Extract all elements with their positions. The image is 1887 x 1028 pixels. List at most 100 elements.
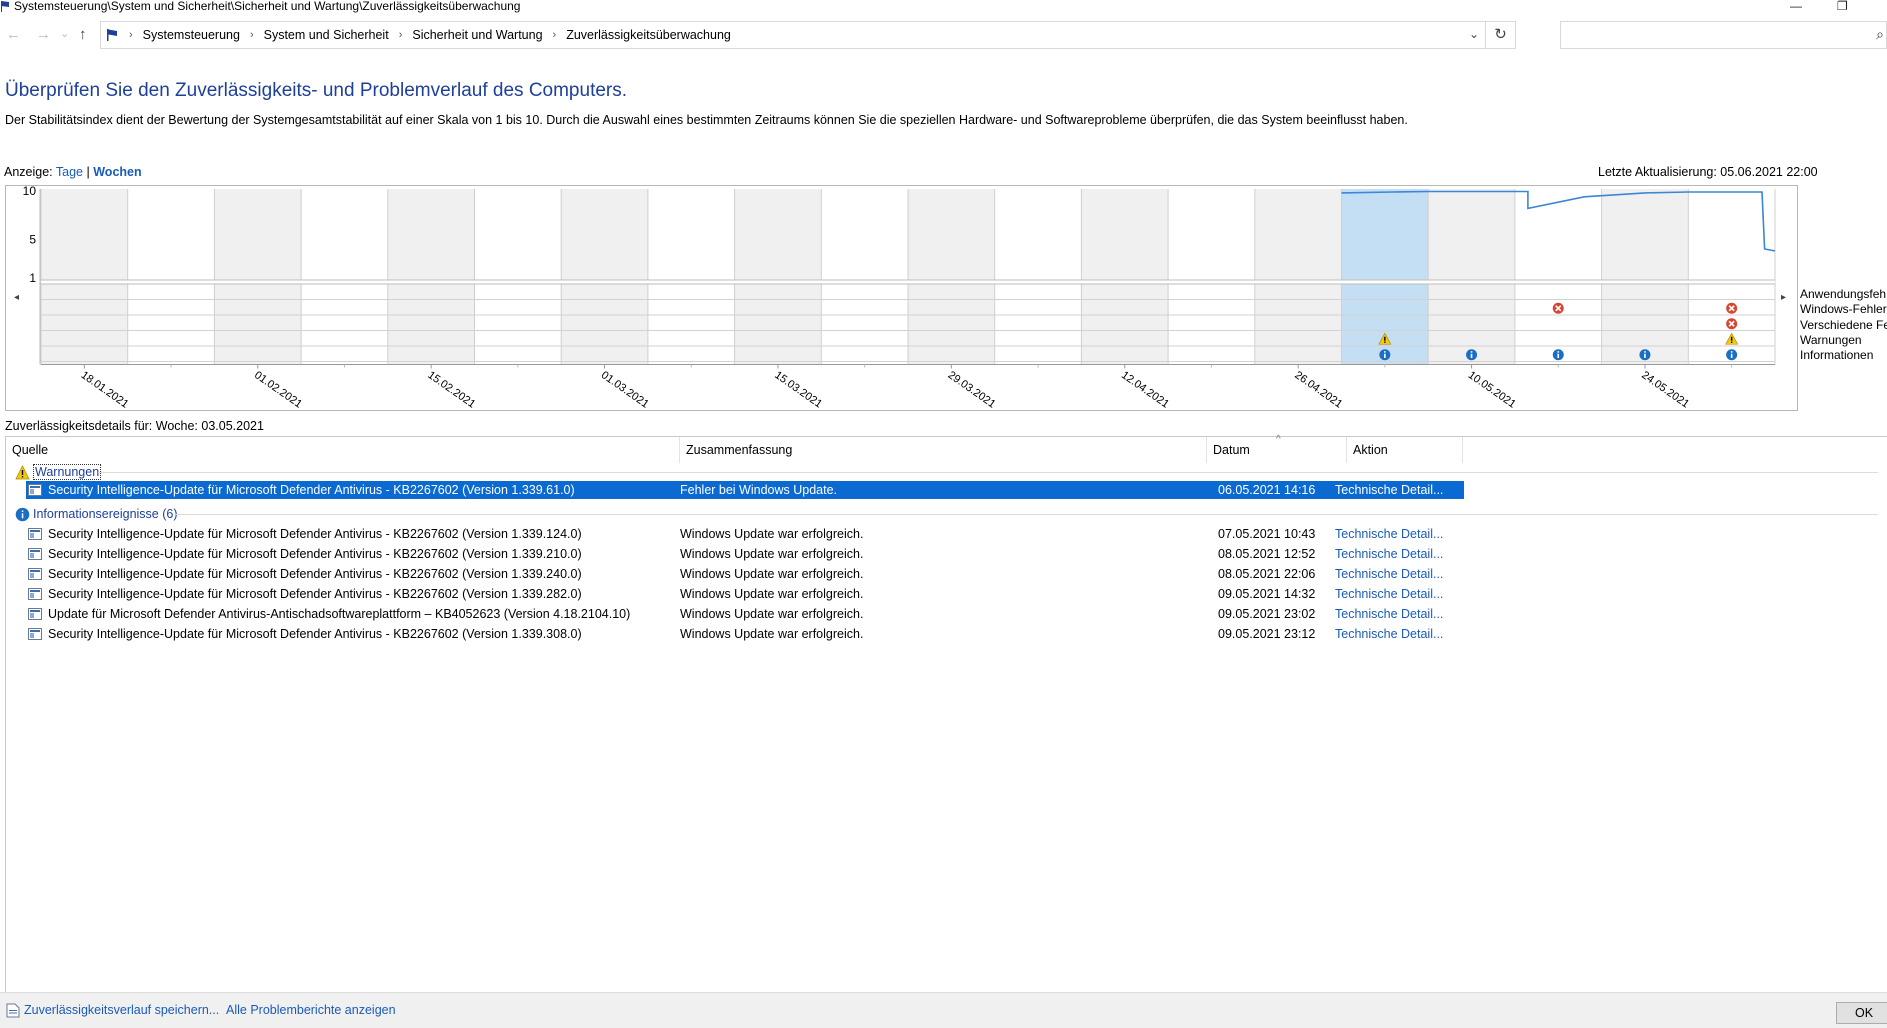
chart-column-3[interactable] <box>301 189 388 365</box>
info-icon[interactable] <box>1552 349 1564 361</box>
chart-column-1[interactable] <box>127 189 215 365</box>
view-weeks-link[interactable]: Wochen <box>93 165 141 179</box>
info-icon[interactable] <box>1379 349 1391 361</box>
view-separator: | <box>86 165 90 179</box>
group-label-warnungen: Warnungen <box>33 464 102 480</box>
row-source: Security Intelligence-Update für Microso… <box>48 587 582 601</box>
chart-column-6[interactable] <box>561 189 648 365</box>
technical-details-link[interactable]: Technische Detail... <box>1335 525 1460 543</box>
info-icon[interactable] <box>1639 349 1651 361</box>
address-dropdown-button[interactable]: ⌄ <box>1469 27 1479 41</box>
chart-column-10[interactable] <box>908 189 995 365</box>
breadcrumb-separator[interactable]: › <box>250 29 254 41</box>
update-icon <box>28 528 42 540</box>
restore-button[interactable]: ❐ <box>1837 0 1848 12</box>
view-selector: Anzeige: Tage | Wochen <box>4 165 142 179</box>
technical-details-link[interactable]: Technische Detail... <box>1335 625 1460 643</box>
column-header-aktion[interactable]: Aktion <box>1347 437 1463 463</box>
row-date: 09.05.2021 14:32 <box>1218 587 1316 601</box>
chart-column-8[interactable] <box>734 189 822 365</box>
last-update-text: Letzte Aktualisierung: 05.06.2021 22:00 <box>1598 165 1818 179</box>
chart-scroll-left-button[interactable]: ◂ <box>14 292 19 303</box>
column-header-zusammenfassung[interactable]: Zusammenfassung <box>680 437 1207 463</box>
technical-details-link[interactable]: Technische Detail... <box>1335 585 1460 603</box>
row-summary: Windows Update war erfolgreich. <box>680 547 864 561</box>
technical-details-link[interactable]: Technische Detail... <box>1335 605 1460 623</box>
row-source: Security Intelligence-Update für Microso… <box>48 547 582 561</box>
chart-column-12[interactable] <box>1081 189 1169 365</box>
warning-icon-mark <box>1384 336 1386 341</box>
row-label-warnungen: Warnungen <box>1800 333 1862 347</box>
column-header-quelle[interactable]: Quelle <box>6 437 680 463</box>
error-icon[interactable] <box>1552 302 1564 314</box>
row-source: Update für Microsoft Defender Antivirus-… <box>48 607 631 621</box>
breadcrumb-separator[interactable]: › <box>129 29 133 41</box>
chart-scroll-right-button[interactable]: ▸ <box>1781 292 1786 303</box>
error-icon[interactable] <box>1726 302 1738 314</box>
update-icon <box>28 608 42 620</box>
recent-locations-button[interactable]: ⌄ <box>60 27 69 40</box>
chart-column-16[interactable] <box>1428 189 1515 365</box>
address-bar[interactable]: › Systemsteuerung › System und Sicherhei… <box>100 21 1486 49</box>
chart-column-0[interactable] <box>41 189 128 365</box>
row-label-verschiedene-fehler: Verschiedene Fel <box>1800 318 1887 332</box>
x-tick-label: 15.02.2021 <box>425 369 477 410</box>
chart-column-17[interactable] <box>1514 189 1602 365</box>
all-problem-reports-link[interactable]: Alle Problemberichte anzeigen <box>226 1003 396 1017</box>
x-tick-label: 26.04.2021 <box>1292 369 1344 410</box>
chart-column-11[interactable] <box>994 189 1082 365</box>
view-label: Anzeige: <box>4 165 53 179</box>
technical-details-link[interactable]: Technische Detail... <box>1335 565 1460 583</box>
chart-column-13[interactable] <box>1168 189 1255 365</box>
refresh-button[interactable]: ↻ <box>1486 21 1516 49</box>
title-bar: Systemsteuerung\System und Sicherheit\Si… <box>0 0 1887 14</box>
breadcrumb-system-und-sicherheit[interactable]: System und Sicherheit <box>264 28 389 42</box>
row-label-informationen: Informationen <box>1800 348 1874 362</box>
chart-column-7[interactable] <box>647 189 735 365</box>
ok-button[interactable]: OK <box>1836 1002 1887 1024</box>
chart-column-4[interactable] <box>387 189 475 365</box>
breadcrumb-zuverlaessigkeitsueberwachung[interactable]: Zuverlässigkeitsüberwachung <box>566 28 731 42</box>
row-summary: Windows Update war erfolgreich. <box>680 607 864 621</box>
row-summary: Fehler bei Windows Update. <box>680 483 838 497</box>
row-source: Security Intelligence-Update für Microso… <box>48 483 575 497</box>
warning-icon-dot <box>1384 341 1386 343</box>
y-tick-label: 1 <box>29 271 36 285</box>
info-icon-dot <box>1730 351 1733 353</box>
chart-column-9[interactable] <box>821 189 908 365</box>
search-input[interactable]: ⌕ <box>1560 21 1887 49</box>
view-days-link[interactable]: Tage <box>56 165 83 179</box>
technical-details-link[interactable]: Technische Detail... <box>1335 481 1460 499</box>
row-date: 08.05.2021 12:52 <box>1218 547 1316 561</box>
chart-column-5[interactable] <box>474 189 562 365</box>
breadcrumb-separator[interactable]: › <box>399 29 403 41</box>
info-icon-stem <box>1384 353 1386 358</box>
breadcrumb-sicherheit-und-wartung[interactable]: Sicherheit und Wartung <box>412 28 542 42</box>
forward-button[interactable]: → <box>36 26 51 43</box>
reliability-chart-svg[interactable]: 10 5 1 ◂ ▸ 18.01.2021 01.02.2021 15.02.2021 01.0… <box>6 186 1799 412</box>
back-button[interactable]: ← <box>6 26 21 43</box>
reliability-chart[interactable]: 10 5 1 ◂ ▸ 18.01.2021 01.02.2021 15.02.2021 01.0… <box>5 185 1798 411</box>
info-icon-dot <box>1470 351 1473 353</box>
breadcrumb-systemsteuerung[interactable]: Systemsteuerung <box>143 28 240 42</box>
group-divider <box>176 514 1878 515</box>
minimize-button[interactable]: — <box>1790 0 1802 12</box>
window-title: Systemsteuerung\System und Sicherheit\Si… <box>14 0 521 13</box>
info-icon[interactable] <box>1726 349 1738 361</box>
chart-column-18[interactable] <box>1601 189 1689 365</box>
info-icon-dot <box>1644 351 1646 353</box>
info-icon[interactable] <box>1466 349 1478 361</box>
breadcrumb-separator[interactable]: › <box>553 29 557 41</box>
up-button[interactable]: ↑ <box>79 26 87 43</box>
warning-icon-mark <box>1730 336 1733 341</box>
chart-column-14[interactable] <box>1254 189 1342 365</box>
group-header-informationsereignisse[interactable]: Informationsereignisse (6) <box>15 505 178 523</box>
save-history-link[interactable]: Zuverlässigkeitsverlauf speichern... <box>24 1003 219 1017</box>
footer-bar: Zuverlässigkeitsverlauf speichern... All… <box>0 992 1887 1028</box>
group-header-warnungen[interactable]: Warnungen <box>15 463 102 481</box>
page-heading: Überprüfen Sie den Zuverlässigkeits- und… <box>5 80 628 101</box>
chart-column-2[interactable] <box>214 189 302 365</box>
error-icon[interactable] <box>1726 318 1738 330</box>
technical-details-link[interactable]: Technische Detail... <box>1335 545 1460 563</box>
breadcrumb: › Systemsteuerung › System und Sicherhei… <box>105 22 731 48</box>
